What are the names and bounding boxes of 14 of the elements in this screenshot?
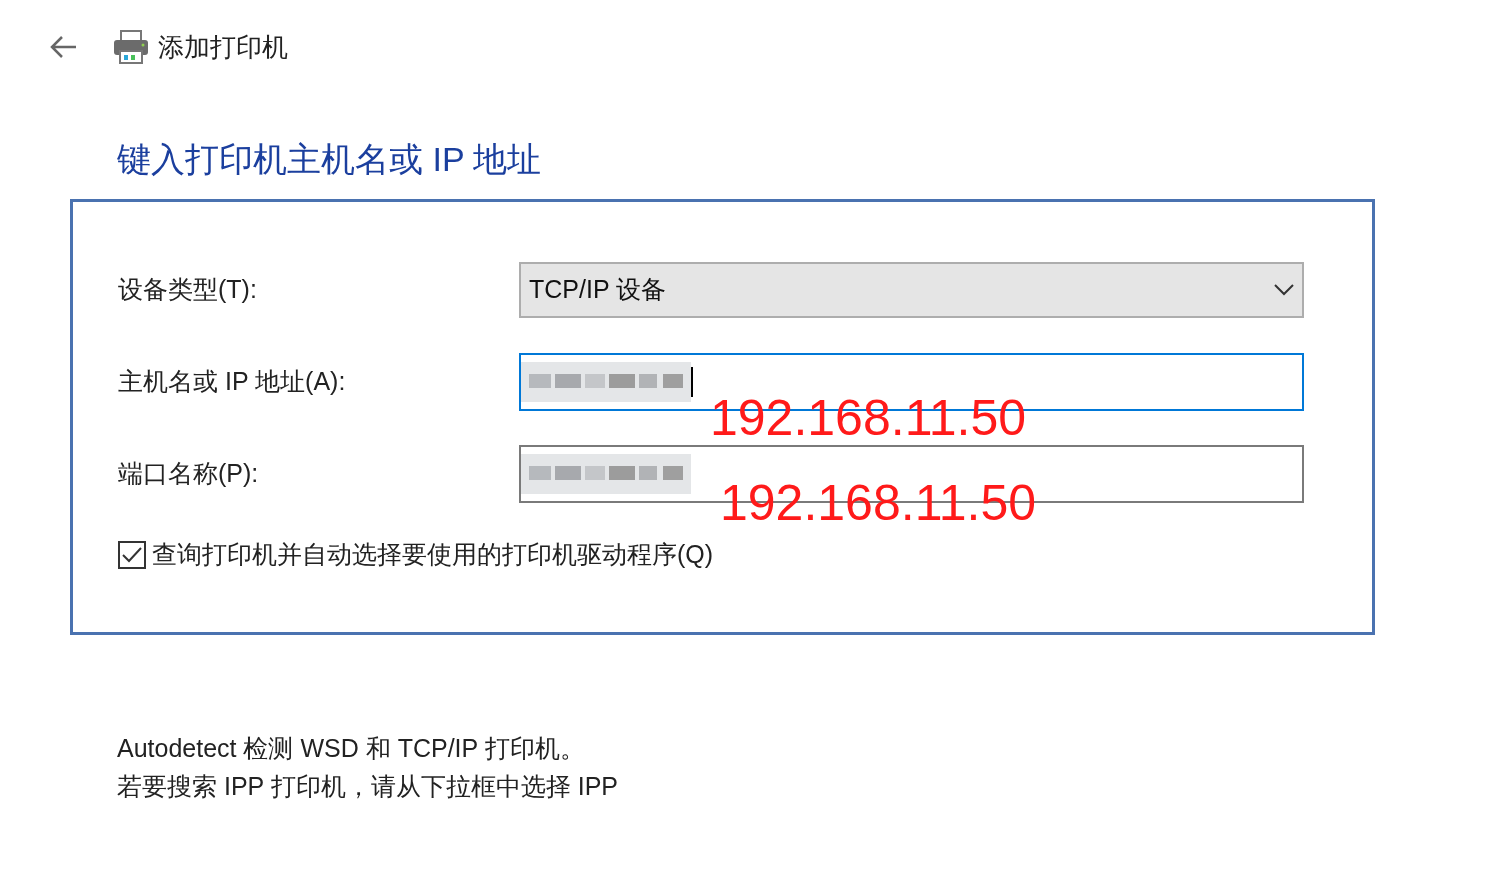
hint-text: 若要搜索 IPP 打印机，请从下拉框中选择 IPP: [117, 771, 618, 802]
field-label: 设备类型(T):: [118, 274, 258, 306]
checkbox[interactable]: [118, 540, 146, 569]
checkbox-label: 查询打印机并自动选择要使用的打印机驱动程序(Q): [152, 539, 714, 570]
device-type-dropdown[interactable]: TCP/IP 设备: [519, 262, 1304, 318]
chevron-down-icon: [1274, 284, 1294, 296]
hint-text: Autodetect 检测 WSD 和 TCP/IP 打印机。: [117, 733, 585, 764]
text-cursor: [691, 367, 693, 397]
back-arrow-icon[interactable]: [48, 34, 78, 60]
page-heading: 键入打印机主机名或 IP 地址: [117, 139, 542, 180]
field-label: 主机名或 IP 地址(A):: [118, 366, 347, 398]
window-title: 添加打印机: [158, 30, 288, 64]
printer-icon: [112, 29, 150, 65]
field-label: 端口名称(P):: [118, 458, 260, 490]
